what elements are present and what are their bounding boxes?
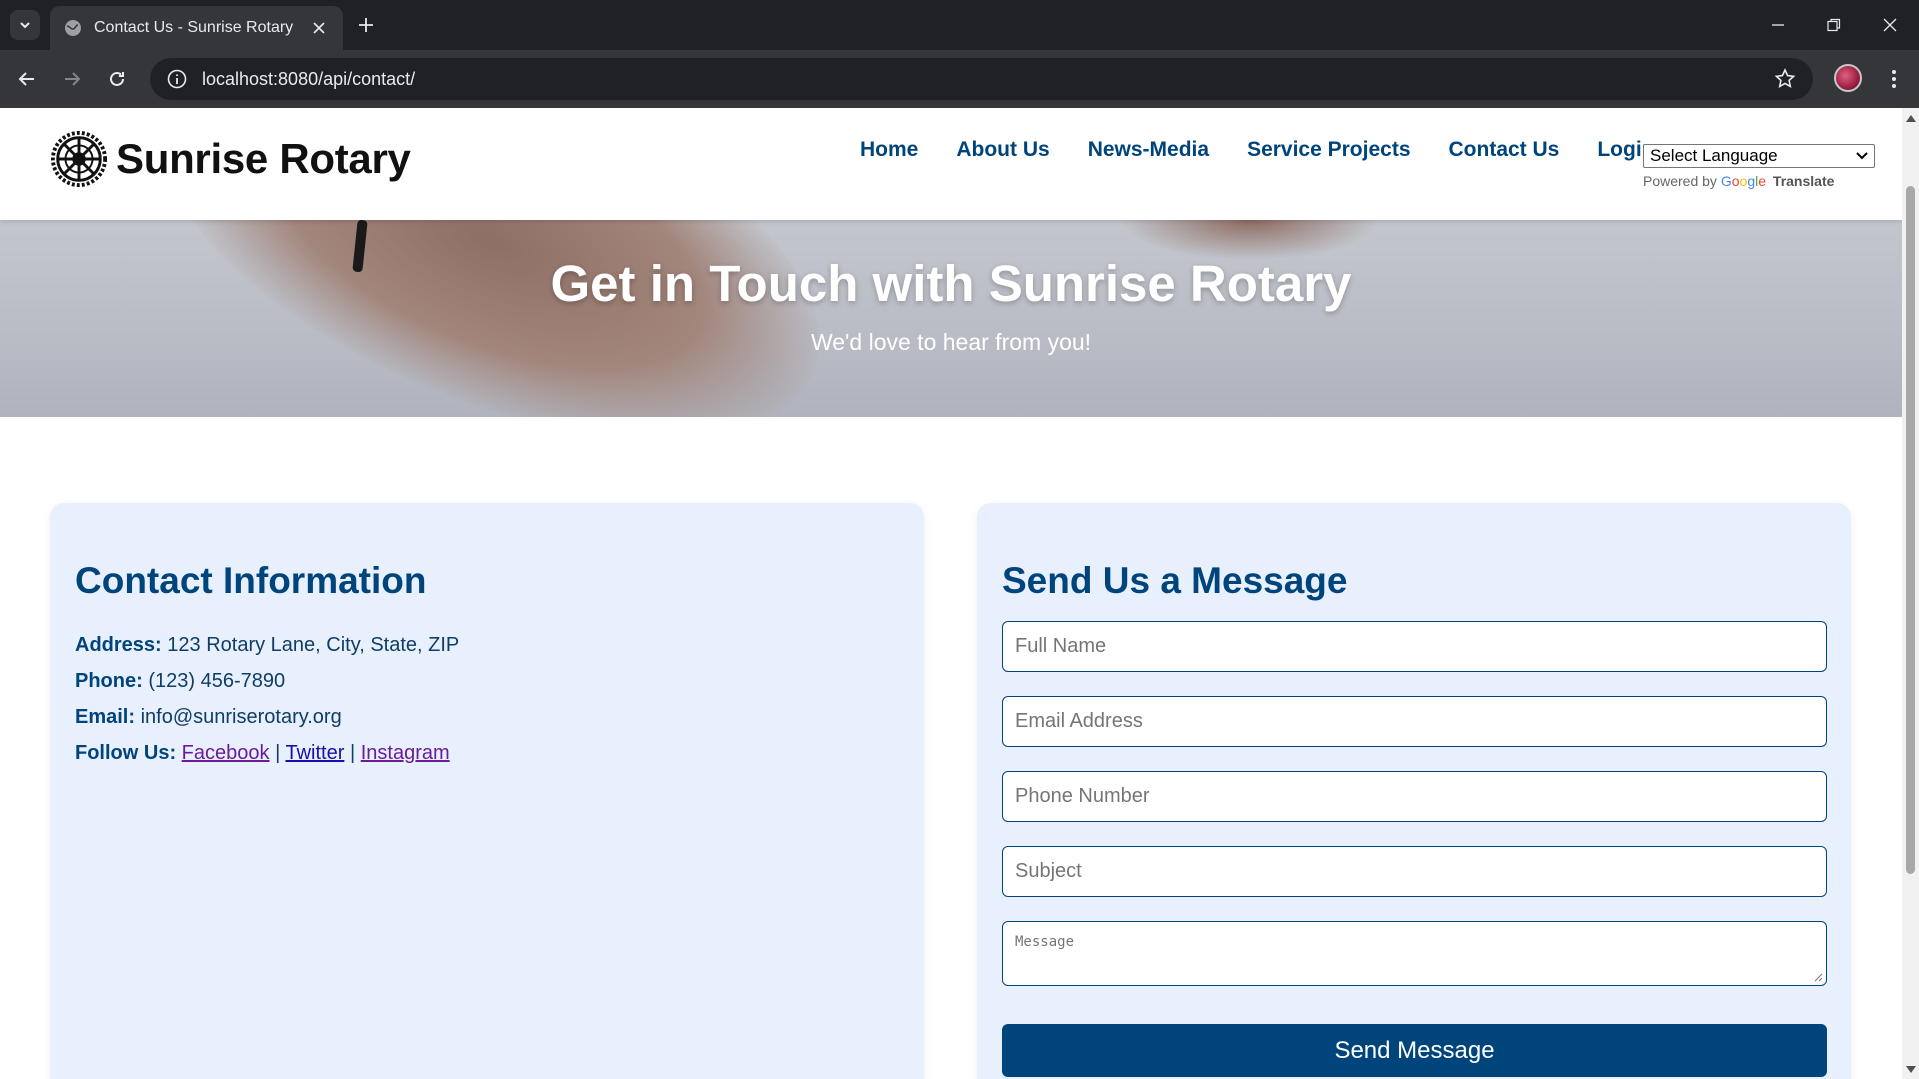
link-separator: | [275, 742, 281, 764]
forward-button[interactable] [55, 62, 89, 96]
phone-input[interactable]: Phone Number [1002, 771, 1827, 822]
profile-avatar[interactable] [1834, 64, 1862, 92]
address-value: 123 Rotary Lane, City, State, ZIP [167, 634, 460, 656]
site-info-icon[interactable] [166, 68, 188, 90]
reload-button[interactable] [100, 62, 134, 96]
language-select-value: Select Language [1650, 146, 1778, 165]
more-vertical-icon [1892, 70, 1896, 88]
contact-details: Address: 123 Rotary Lane, City, State, Z… [75, 627, 459, 771]
url-text: localhost:8080/api/contact/ [202, 68, 416, 89]
address-line: Address: 123 Rotary Lane, City, State, Z… [75, 627, 459, 663]
follow-us-label: Follow Us: [75, 742, 177, 764]
email-input[interactable]: Email Address [1002, 696, 1827, 747]
email-value: info@sunriserotary.org [140, 706, 342, 728]
facebook-link[interactable]: Facebook [182, 742, 270, 764]
arrow-right-icon [65, 72, 81, 86]
full-name-input[interactable]: Full Name [1002, 621, 1827, 672]
send-message-button[interactable]: Send Message [1002, 1024, 1827, 1077]
globe-icon [65, 20, 81, 36]
site-header: Sunrise Rotary Home About Us News-Media … [0, 108, 1902, 220]
google-translate-widget: Select Language Powered by Google Transl… [1643, 144, 1875, 189]
site-logo[interactable]: Sunrise Rotary [50, 130, 411, 188]
tab-title: Contact Us - Sunrise Rotary [94, 19, 294, 36]
plus-icon [359, 18, 373, 32]
back-button[interactable] [10, 62, 44, 96]
address-bar[interactable]: localhost:8080/api/contact/ [150, 58, 1813, 100]
form-heading: Send Us a Message [1002, 560, 1348, 601]
tab-close-button[interactable] [309, 18, 329, 38]
close-icon [313, 22, 325, 34]
hero-banner: Get in Touch with Sunrise Rotary We'd lo… [0, 220, 1902, 417]
nav-service-projects[interactable]: Service Projects [1247, 138, 1410, 162]
language-select[interactable]: Select Language [1643, 144, 1875, 168]
resize-grip-icon[interactable] [1813, 972, 1823, 982]
contact-info-card: Contact Information Address: 123 Rotary … [50, 503, 924, 1079]
powered-by-google: Powered by Google Translate [1643, 173, 1875, 189]
page-viewport: Sunrise Rotary Home About Us News-Media … [0, 108, 1902, 1079]
scrollbar-thumb[interactable] [1906, 186, 1915, 874]
follow-us-line: Follow Us: Facebook | Twitter | Instagra… [75, 735, 459, 771]
main-nav: Home About Us News-Media Service Project… [860, 138, 1693, 162]
site-name: Sunrise Rotary [116, 135, 411, 182]
nav-about-us[interactable]: About Us [956, 138, 1049, 162]
nav-contact-us[interactable]: Contact Us [1449, 138, 1560, 162]
scroll-up-arrow[interactable] [1905, 111, 1916, 125]
hero-subtitle: We'd love to hear from you! [810, 329, 1092, 355]
google-logo[interactable]: Google [1721, 173, 1766, 189]
link-separator: | [349, 742, 356, 764]
hero-title: Get in Touch with Sunrise Rotary [550, 255, 1352, 312]
arrow-left-icon [18, 72, 34, 86]
email-label: Email: [75, 706, 136, 728]
phone-value: (123) 456-7890 [148, 670, 286, 692]
browser-toolbar: localhost:8080/api/contact/ [0, 50, 1919, 108]
triangle-up-icon [1905, 114, 1916, 122]
browser-tab[interactable]: Contact Us - Sunrise Rotary [50, 6, 343, 50]
email-line: Email: info@sunriserotary.org [75, 699, 459, 735]
bookmark-star-icon[interactable] [1773, 67, 1797, 91]
message-form-card: Send Us a Message Full Name Email Addres… [977, 503, 1851, 1079]
translate-label: Translate [1772, 173, 1835, 189]
nav-news-media[interactable]: News-Media [1088, 138, 1209, 162]
message-placeholder: Message [1015, 934, 1075, 950]
address-label: Address: [75, 634, 162, 656]
restore-button[interactable] [1816, 10, 1852, 40]
triangle-down-icon [1905, 1065, 1916, 1073]
rotary-wheel-icon [50, 130, 108, 188]
nav-home[interactable]: Home [860, 138, 918, 162]
minimize-button[interactable] [1760, 10, 1796, 40]
close-icon [1883, 18, 1897, 32]
reload-icon [110, 71, 124, 86]
new-tab-button[interactable] [354, 13, 378, 37]
hero-background-hand [105, 220, 875, 417]
contact-info-heading: Contact Information [75, 560, 427, 601]
chevron-down-icon [1856, 152, 1868, 160]
minimize-icon [1772, 24, 1784, 26]
tab-search-button[interactable] [10, 10, 40, 40]
scroll-down-arrow[interactable] [1905, 1062, 1916, 1076]
page-scrollbar[interactable] [1902, 108, 1919, 1079]
instagram-link[interactable]: Instagram [361, 742, 450, 764]
browser-menu-button[interactable] [1880, 64, 1908, 94]
powered-by-text: Powered by [1643, 173, 1717, 189]
browser-tabstrip: Contact Us - Sunrise Rotary [0, 0, 1919, 50]
close-window-button[interactable] [1872, 10, 1908, 40]
restore-icon [1827, 18, 1841, 32]
twitter-link[interactable]: Twitter [285, 742, 344, 764]
subject-input[interactable]: Subject [1002, 846, 1827, 897]
message-textarea[interactable]: Message [1002, 921, 1827, 986]
phone-line: Phone: (123) 456-7890 [75, 663, 459, 699]
chevron-down-icon [20, 22, 30, 29]
phone-label: Phone: [75, 670, 143, 692]
